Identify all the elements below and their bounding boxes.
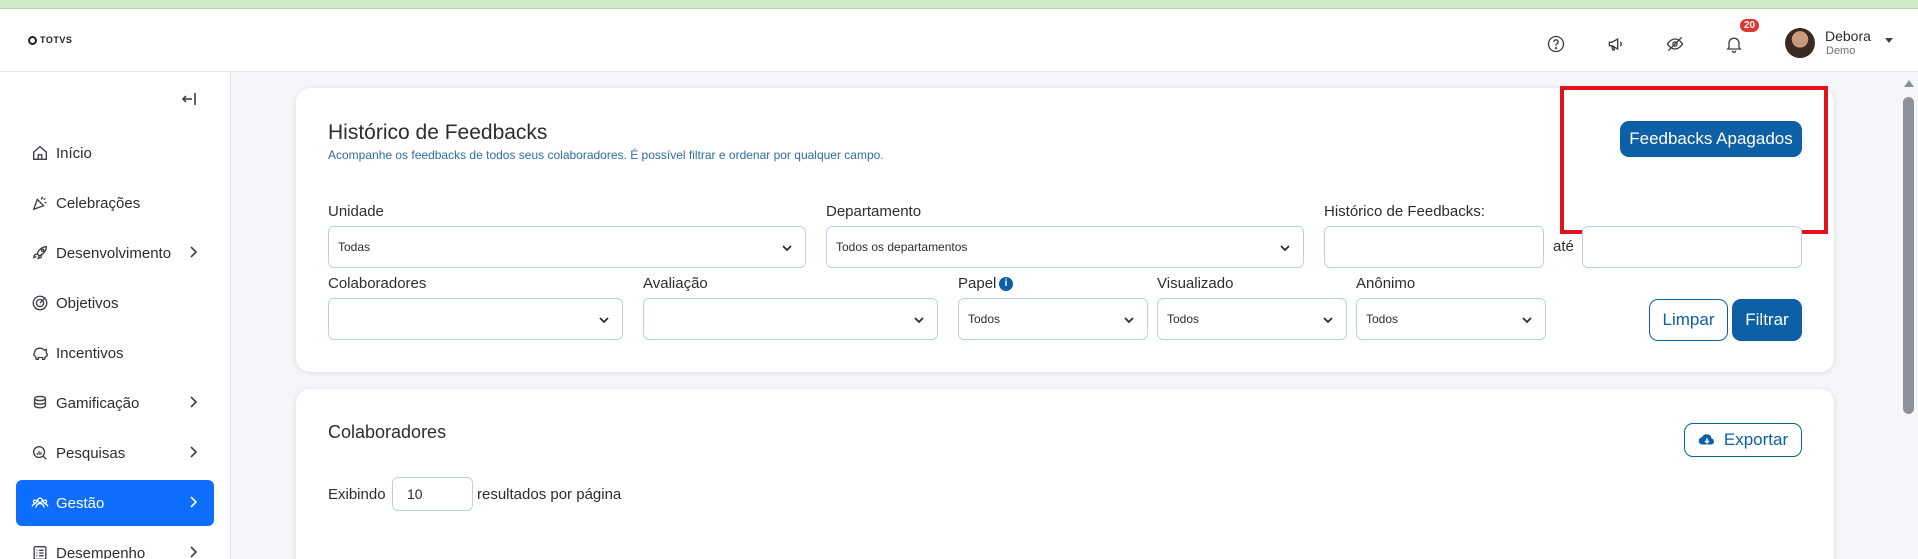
sidebar-item-objetivos[interactable]: Objetivos	[16, 280, 214, 326]
visualizado-select-value: Todos	[1167, 312, 1200, 326]
anonimo-select[interactable]: Todos	[1356, 298, 1546, 340]
papel-label: Papel	[958, 275, 997, 292]
chevron-down-icon	[1279, 242, 1291, 254]
megaphone-icon[interactable]	[1603, 31, 1629, 57]
bell-icon[interactable]	[1721, 31, 1747, 57]
sidebar-item-pesquisas[interactable]: Pesquisas	[16, 430, 214, 476]
unidade-label: Unidade	[328, 203, 384, 220]
chevron-right-icon	[186, 445, 200, 459]
export-button-label: Exportar	[1723, 430, 1789, 449]
sidebar-item-gamificacao[interactable]: Gamificação	[16, 380, 214, 426]
home-icon	[30, 143, 50, 163]
avatar[interactable]	[1785, 28, 1815, 58]
departamento-label: Departamento	[826, 203, 922, 220]
chevron-down-icon	[781, 242, 793, 254]
per-page-value: 10	[407, 486, 423, 502]
filter-button[interactable]: Filtrar	[1732, 299, 1802, 341]
historico-label: Histórico de Feedbacks:	[1324, 203, 1485, 220]
per-page-input[interactable]: 10	[392, 477, 473, 511]
unidade-select[interactable]: Todas	[328, 226, 806, 268]
chevron-right-icon	[186, 545, 200, 559]
party-icon	[30, 193, 50, 213]
eye-off-icon[interactable]	[1662, 31, 1688, 57]
per-page-suffix: resultados por página	[477, 486, 622, 503]
user-name[interactable]: Debora	[1825, 28, 1871, 44]
page-subtitle: Acompanhe os feedbacks de todos seus col…	[328, 148, 884, 162]
checklist-icon	[30, 543, 50, 559]
sidebar-item-label: Desempenho	[56, 544, 146, 559]
chevron-down-icon	[913, 314, 925, 326]
departamento-select-value: Todos os departamentos	[836, 240, 968, 254]
sidebar-item-label: Pesquisas	[56, 444, 126, 462]
cloud-download-icon	[1698, 434, 1714, 445]
chevron-right-icon	[186, 395, 200, 409]
sidebar: Início Celebrações Desenvolvimento Objet…	[0, 72, 231, 559]
logo-text: TOTVS	[40, 35, 73, 45]
logo-mark-icon	[28, 35, 37, 45]
user-menu-caret-icon[interactable]	[1885, 38, 1893, 43]
sidebar-item-inicio[interactable]: Início	[16, 130, 214, 176]
chevron-down-icon	[598, 314, 610, 326]
info-icon[interactable]: i	[999, 277, 1013, 291]
sidebar-item-label: Objetivos	[56, 294, 119, 312]
papel-select[interactable]: Todos	[958, 298, 1148, 340]
sidebar-item-desempenho[interactable]: Desempenho	[16, 530, 214, 559]
piggy-bank-icon	[30, 343, 50, 363]
sidebar-item-label: Gamificação	[56, 394, 140, 412]
chevron-down-icon	[1322, 314, 1334, 326]
historico-from-date[interactable]	[1324, 226, 1544, 268]
notification-badge: 20	[1740, 19, 1760, 32]
unidade-select-value: Todas	[338, 240, 371, 254]
scroll-up-arrow-icon[interactable]	[1904, 80, 1914, 87]
rocket-icon	[30, 243, 50, 263]
coins-icon	[30, 393, 50, 413]
anonimo-select-value: Todos	[1366, 312, 1399, 326]
sidebar-item-label: Incentivos	[56, 344, 124, 362]
sidebar-item-label: Início	[56, 144, 92, 162]
colaboradores-select[interactable]	[328, 298, 623, 340]
sidebar-item-gestao[interactable]: Gestão	[16, 480, 214, 526]
target-icon	[30, 293, 50, 313]
historico-between-label: até	[1553, 238, 1574, 255]
survey-icon	[30, 443, 50, 463]
browser-top-strip	[0, 0, 1918, 9]
avaliacao-label: Avaliação	[643, 275, 708, 292]
historico-to-date[interactable]	[1582, 226, 1802, 268]
chevron-right-icon	[186, 495, 200, 509]
sidebar-item-label: Gestão	[56, 494, 105, 512]
visualizado-label: Visualizado	[1157, 275, 1234, 292]
top-header: TOTVS	[0, 9, 1918, 72]
scrollbar-thumb[interactable]	[1903, 97, 1914, 414]
team-icon	[30, 493, 50, 513]
sidebar-item-label: Desenvolvimento	[56, 244, 172, 262]
avaliacao-select[interactable]	[643, 298, 938, 340]
highlight-annotation-box	[1560, 86, 1828, 234]
papel-select-value: Todos	[968, 312, 1001, 326]
sidebar-item-incentivos[interactable]: Incentivos	[16, 330, 214, 376]
results-title: Colaboradores	[328, 422, 447, 442]
sidebar-item-label: Celebrações	[56, 194, 141, 212]
showing-label: Exibindo	[328, 486, 386, 503]
results-card	[296, 389, 1834, 559]
visualizado-select[interactable]: Todos	[1157, 298, 1347, 340]
chevron-down-icon	[1521, 314, 1533, 326]
page-title: Histórico de Feedbacks	[328, 121, 548, 144]
user-role: Demo	[1826, 45, 1856, 57]
chevron-right-icon	[186, 245, 200, 259]
collapse-sidebar-icon[interactable]	[181, 91, 197, 107]
clear-button[interactable]: Limpar	[1649, 299, 1728, 341]
anonimo-label: Anônimo	[1356, 275, 1416, 292]
help-icon[interactable]	[1543, 31, 1569, 57]
sidebar-item-celebracoes[interactable]: Celebrações	[16, 180, 214, 226]
departamento-select[interactable]: Todos os departamentos	[826, 226, 1304, 268]
colaboradores-label: Colaboradores	[328, 275, 427, 292]
sidebar-item-desenvolvimento[interactable]: Desenvolvimento	[16, 230, 214, 276]
chevron-down-icon	[1123, 314, 1135, 326]
totvs-logo[interactable]: TOTVS	[28, 35, 72, 45]
export-button[interactable]: Exportar	[1684, 423, 1802, 457]
